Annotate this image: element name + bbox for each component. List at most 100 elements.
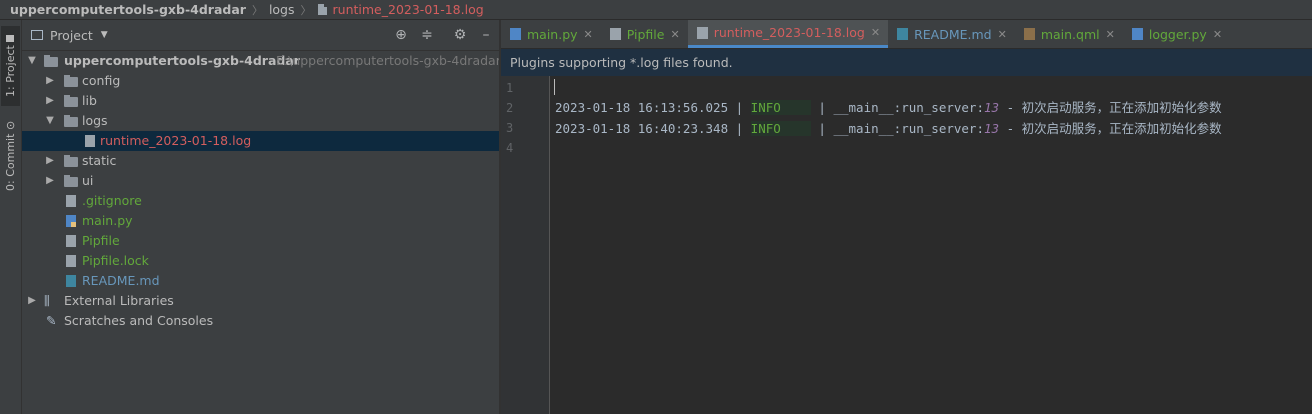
tab-pipfile[interactable]: Pipfile ✕: [601, 20, 688, 48]
project-tool-tab[interactable]: 1: Project: [1, 26, 20, 106]
tree-item-label: Pipfile.lock: [82, 253, 149, 268]
commit-icon: ⊙: [4, 120, 17, 130]
hide-panel-icon[interactable]: –: [477, 26, 495, 44]
tree-item-external-libraries[interactable]: ▶ ⫼ External Libraries: [22, 291, 499, 311]
tool-window-strip: 1: Project 0: Commit ⊙: [0, 20, 22, 414]
folder-icon: [64, 95, 78, 107]
tab-label: logger.py: [1148, 26, 1207, 42]
project-view-selector[interactable]: Project: [50, 28, 93, 43]
line-number: 4: [506, 141, 514, 155]
chevron-right-icon[interactable]: ▶: [26, 291, 38, 311]
tree-item-ui[interactable]: ▶ ui: [22, 171, 499, 191]
commit-tool-tab-label: 0: Commit: [4, 133, 17, 192]
chevron-right-icon[interactable]: ▶: [44, 171, 56, 191]
tab-label: README.md: [914, 26, 992, 42]
log-timestamp: 2023-01-18 16:13:56.025 |: [555, 100, 751, 115]
project-panel-header: Project ▼ ⊕ ≑ ⚙ –: [22, 20, 499, 51]
tab-runtime-log[interactable]: runtime_2023-01-18.log ✕: [687, 20, 889, 48]
project-panel: Project ▼ ⊕ ≑ ⚙ – ▼ uppercomputertools-g…: [22, 20, 501, 414]
code-line: 2023-01-18 16:40:23.348 | INFO | __main_…: [555, 119, 1222, 139]
line-number: 3: [506, 121, 514, 135]
breadcrumb-file[interactable]: runtime_2023-01-18.log: [333, 2, 484, 17]
scratches-icon: ✎: [46, 313, 57, 328]
close-icon[interactable]: ✕: [871, 26, 880, 39]
chevron-right-icon[interactable]: ▶: [44, 151, 56, 171]
folder-icon: [64, 75, 78, 87]
folder-icon: [64, 115, 78, 127]
close-icon[interactable]: ✕: [1213, 28, 1222, 41]
editor-text-area[interactable]: 2023-01-18 16:13:56.025 | INFO | __main_…: [550, 76, 1312, 414]
close-icon[interactable]: ✕: [998, 28, 1007, 41]
tree-item-pipfile-lock[interactable]: Pipfile.lock: [22, 251, 499, 271]
chevron-down-icon[interactable]: ▼: [101, 30, 108, 40]
locate-icon[interactable]: ⊕: [392, 26, 410, 44]
log-message: - 初次启动服务，正在添加初始化参数: [999, 100, 1222, 115]
tree-item-gitignore[interactable]: .gitignore: [22, 191, 499, 211]
log-location: | __main__:run_server:: [810, 100, 984, 115]
gear-icon[interactable]: ⚙: [451, 26, 469, 44]
python-file-icon: [510, 28, 521, 40]
line-number: 2: [506, 101, 514, 115]
close-icon[interactable]: ✕: [1106, 28, 1115, 41]
line-number: 1: [506, 81, 514, 95]
tab-logger-py[interactable]: logger.py ✕: [1123, 20, 1230, 48]
text-file-icon: [66, 255, 76, 267]
tab-main-py[interactable]: main.py ✕: [501, 20, 601, 48]
tree-item-main-py[interactable]: main.py: [22, 211, 499, 231]
library-icon: ⫼: [44, 293, 50, 308]
breadcrumb-separator-icon: 〉: [300, 3, 312, 17]
chevron-right-icon[interactable]: ▶: [44, 91, 56, 111]
tree-item-label: main.py: [82, 213, 133, 228]
tree-item-config[interactable]: ▶ config: [22, 71, 499, 91]
plugin-banner-text: Plugins supporting *.log files found.: [510, 55, 733, 70]
log-file-icon: [85, 135, 95, 147]
tree-root-label: uppercomputertools-gxb-4dradar: [64, 53, 300, 68]
text-file-icon: [66, 235, 76, 247]
breadcrumb: uppercomputertools-gxb-4dradar 〉 logs 〉 …: [0, 0, 1312, 20]
python-file-icon: [66, 215, 76, 227]
folder-icon: [64, 175, 78, 187]
chevron-right-icon[interactable]: ▶: [44, 71, 56, 91]
tree-item-scratches[interactable]: ✎ Scratches and Consoles: [22, 311, 499, 331]
tree-item-readme[interactable]: README.md: [22, 271, 499, 291]
qml-file-icon: [1023, 28, 1035, 40]
markdown-file-icon: [66, 275, 76, 287]
close-icon[interactable]: ✕: [584, 28, 593, 41]
tree-root[interactable]: ▼ uppercomputertools-gxb-4dradar E:\uppe…: [22, 51, 501, 71]
close-icon[interactable]: ✕: [670, 28, 679, 41]
tree-item-label: .gitignore: [82, 193, 142, 208]
log-level: INFO: [750, 121, 811, 136]
tree-item-static[interactable]: ▶ static: [22, 151, 499, 171]
log-timestamp: 2023-01-18 16:40:23.348 |: [555, 121, 751, 136]
plugin-banner: Plugins supporting *.log files found.: [501, 49, 1312, 76]
log-line-number: 13: [983, 121, 1000, 136]
folder-icon: [44, 55, 58, 67]
tab-label: main.qml: [1040, 26, 1100, 42]
chevron-down-icon[interactable]: ▼: [44, 111, 56, 131]
log-level: INFO: [750, 100, 811, 115]
project-tool-tab-label: 1: Project: [4, 45, 17, 98]
tree-item-label: ui: [82, 173, 94, 188]
chevron-down-icon[interactable]: ▼: [26, 51, 38, 71]
tree-item-pipfile[interactable]: Pipfile: [22, 231, 499, 251]
tab-readme[interactable]: README.md ✕: [888, 20, 1015, 48]
text-cursor: [554, 79, 555, 95]
tab-main-qml[interactable]: main.qml ✕: [1015, 20, 1123, 48]
tree-item-logs[interactable]: ▼ logs: [22, 111, 499, 131]
log-line-number: 13: [983, 100, 1000, 115]
tree-item-label: lib: [82, 93, 97, 108]
tree-item-label: static: [82, 153, 117, 168]
breadcrumb-project[interactable]: uppercomputertools-gxb-4dradar: [10, 2, 246, 17]
tree-item-label: Pipfile: [82, 233, 120, 248]
collapse-all-icon[interactable]: ≑: [418, 26, 436, 44]
breadcrumb-folder[interactable]: logs: [269, 2, 295, 17]
tree-item-lib[interactable]: ▶ lib: [22, 91, 499, 111]
tree-item-label: runtime_2023-01-18.log: [100, 133, 252, 148]
tree-item-runtime-log[interactable]: runtime_2023-01-18.log: [22, 131, 499, 151]
tree-root-path: E:\uppercomputertools-gxb-4dradar: [276, 53, 501, 68]
log-file-icon: [696, 26, 708, 39]
editor-gutter: 1 2 3 4: [501, 76, 550, 414]
python-file-icon: [1131, 28, 1143, 40]
tab-label: runtime_2023-01-18.log: [713, 25, 865, 40]
commit-tool-tab[interactable]: 0: Commit ⊙: [1, 116, 20, 196]
